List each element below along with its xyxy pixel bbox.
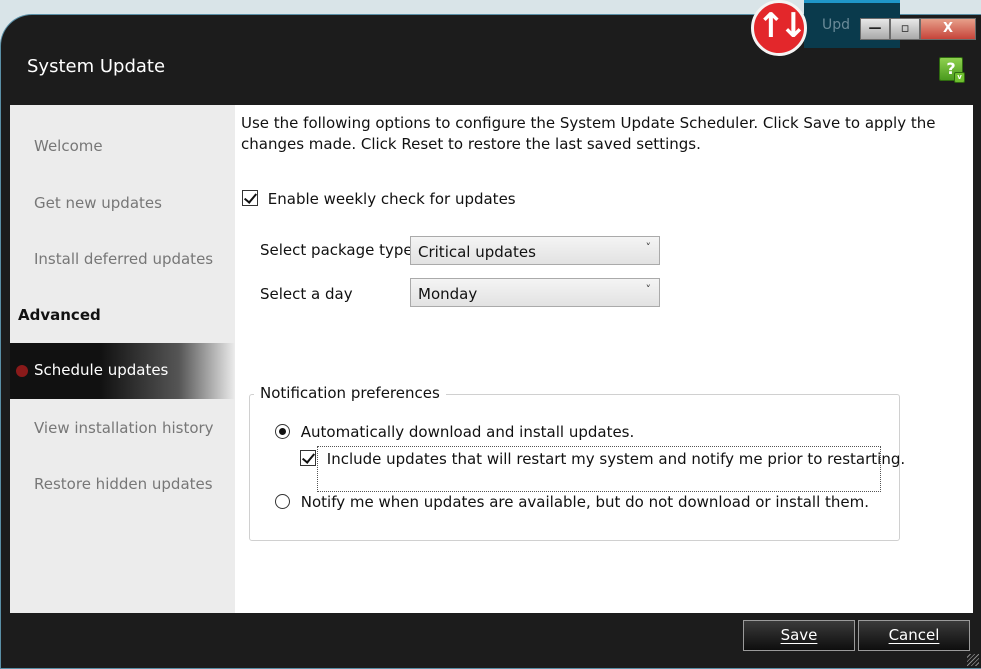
- sidebar-item-welcome[interactable]: Welcome: [34, 137, 103, 155]
- resize-grip-icon[interactable]: [967, 654, 979, 666]
- update-arrows-icon[interactable]: ↑↓: [751, 0, 807, 56]
- window-title: System Update: [27, 56, 166, 77]
- include-restart-checkbox[interactable]: [300, 450, 316, 466]
- help-dropdown-caret-icon[interactable]: v: [954, 72, 965, 83]
- package-type-label: Select package type:: [260, 241, 418, 259]
- notification-legend: Notification preferences: [254, 384, 446, 402]
- active-indicator-icon: [16, 365, 28, 377]
- chevron-down-icon: ˅: [645, 241, 652, 254]
- include-restart-option[interactable]: Include updates that will restart my sys…: [300, 450, 905, 468]
- notify-only-label: Notify me when updates are available, bu…: [300, 493, 870, 511]
- notify-only-option[interactable]: Notify me when updates are available, bu…: [275, 493, 869, 511]
- sidebar-item-view-history[interactable]: View installation history: [34, 419, 214, 437]
- close-button[interactable]: X: [920, 18, 976, 40]
- day-select[interactable]: Monday ˅: [410, 278, 660, 307]
- weekly-check-label: Enable weekly check for updates: [267, 190, 516, 208]
- sidebar: Welcome Get new updates Install deferred…: [10, 105, 235, 613]
- sidebar-item-restore-hidden[interactable]: Restore hidden updates: [34, 475, 213, 493]
- intro-text: Use the following options to configure t…: [241, 114, 936, 153]
- weekly-check-checkbox[interactable]: [242, 190, 258, 206]
- system-update-window: System Update ? v Welcome Get new update…: [0, 14, 981, 669]
- day-label: Select a day: [260, 285, 353, 303]
- window-controls: — ▫ X: [860, 18, 976, 40]
- help-icon[interactable]: ? v: [939, 57, 965, 83]
- day-value: Monday: [418, 285, 478, 303]
- restore-button[interactable]: ▫: [890, 18, 920, 40]
- weekly-check-row[interactable]: Enable weekly check for updates: [242, 190, 516, 208]
- content-area: Welcome Get new updates Install deferred…: [10, 105, 973, 613]
- notify-only-radio[interactable]: [275, 494, 290, 509]
- minimize-button[interactable]: —: [860, 18, 890, 40]
- sidebar-item-schedule-updates[interactable]: Schedule updates: [10, 343, 235, 399]
- sidebar-item-get-new-updates[interactable]: Get new updates: [34, 194, 162, 212]
- package-type-select[interactable]: Critical updates ˅: [410, 236, 660, 265]
- sidebar-item-label: Schedule updates: [34, 361, 169, 379]
- chevron-down-icon: ˅: [645, 283, 652, 296]
- include-restart-label: Include updates that will restart my sys…: [326, 450, 906, 468]
- sidebar-heading-advanced: Advanced: [18, 306, 101, 324]
- cancel-button[interactable]: Cancel: [858, 620, 970, 651]
- auto-install-radio[interactable]: [275, 424, 290, 439]
- sidebar-item-install-deferred[interactable]: Install deferred updates: [34, 250, 213, 268]
- save-button[interactable]: Save: [743, 620, 855, 651]
- auto-install-option[interactable]: Automatically download and install updat…: [275, 423, 634, 441]
- auto-install-label: Automatically download and install updat…: [300, 423, 635, 441]
- package-type-value: Critical updates: [418, 243, 536, 261]
